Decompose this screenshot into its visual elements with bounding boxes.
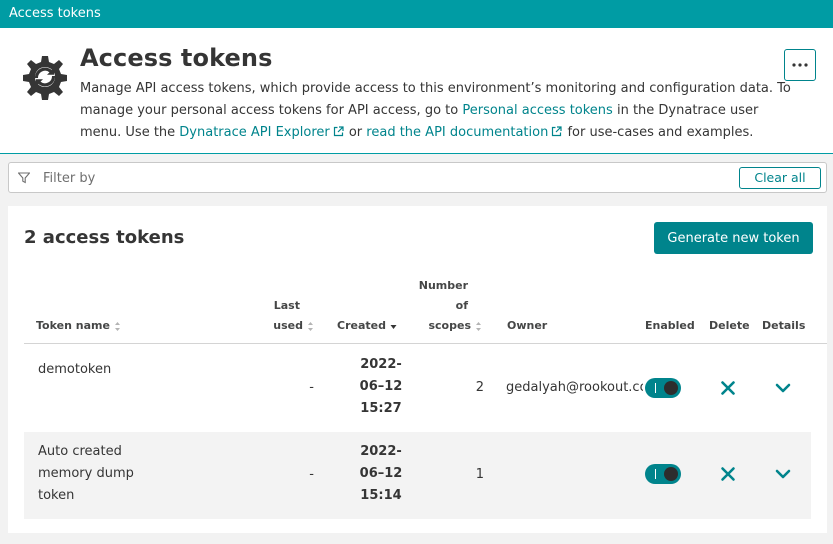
- api-explorer-link-label: Dynatrace API Explorer: [179, 125, 330, 140]
- column-header-label: used: [273, 319, 303, 332]
- sort-icon: [308, 321, 313, 331]
- token-name-line: memory dump: [38, 466, 134, 481]
- filter-bar: Clear all: [8, 162, 827, 193]
- column-header-label: of: [455, 299, 468, 312]
- sort-descending-icon: [390, 324, 397, 329]
- page-title: Access tokens: [80, 44, 273, 72]
- toggle-on-mark: [655, 469, 656, 479]
- toggle-on-mark: [655, 383, 656, 393]
- last-used-value: -: [309, 467, 314, 482]
- personal-access-tokens-link[interactable]: Personal access tokens: [462, 103, 612, 118]
- expand-details-button[interactable]: [774, 379, 792, 397]
- column-header-enabled: Enabled: [645, 319, 695, 332]
- more-options-button[interactable]: [784, 49, 816, 81]
- created-line: 2022-: [360, 444, 402, 459]
- table-row: Auto created memory dump token - 2022- 0…: [24, 432, 811, 519]
- column-header-label: Token name: [36, 319, 110, 332]
- close-icon: [721, 381, 735, 395]
- created-value: 2022- 06–12 15:14: [346, 441, 416, 507]
- created-line: 15:27: [360, 401, 402, 416]
- column-header-delete: Delete: [709, 319, 750, 332]
- table-header-divider: [24, 343, 827, 344]
- column-header-details: Details: [762, 319, 806, 332]
- column-header-created[interactable]: Created: [337, 316, 397, 336]
- tokens-count-title: 2 access tokens: [24, 227, 185, 248]
- toggle-knob: [664, 381, 678, 395]
- delete-token-button[interactable]: [719, 379, 737, 397]
- api-documentation-link-label: read the API documentation: [366, 125, 549, 140]
- page-header: Access tokens Manage API access tokens, …: [0, 28, 833, 154]
- top-bar: Access tokens: [0, 0, 833, 28]
- sort-icon: [476, 321, 481, 331]
- created-line: 06–12: [359, 379, 403, 394]
- more-horizontal-icon: [792, 63, 808, 67]
- token-name-line: token: [38, 488, 75, 503]
- token-name-line: demotoken: [38, 362, 112, 377]
- description-text-3: or: [344, 125, 367, 140]
- scopes-count: 2: [475, 380, 484, 395]
- column-header-label: scopes: [428, 319, 471, 332]
- sort-icon: [114, 321, 120, 331]
- column-header-last-used[interactable]: Last used: [244, 296, 314, 336]
- generate-new-token-button[interactable]: Generate new token: [654, 222, 813, 254]
- expand-details-button[interactable]: [774, 465, 792, 483]
- column-header-label: Created: [337, 319, 386, 332]
- table-row: demotoken - 2022- 06–12 15:27 2 gedalyah…: [24, 345, 811, 432]
- toggle-knob: [664, 467, 678, 481]
- chevron-down-icon: [775, 469, 791, 479]
- created-line: 2022-: [360, 357, 402, 372]
- column-header-label: Last: [273, 299, 300, 312]
- filter-input[interactable]: [41, 167, 721, 189]
- created-line: 06–12: [359, 466, 403, 481]
- column-header-token-name[interactable]: Token name: [36, 316, 121, 336]
- tokens-panel: 2 access tokens Generate new token Token…: [8, 206, 827, 533]
- page-description: Manage API access tokens, which provide …: [80, 78, 800, 144]
- column-header-number-of-scopes[interactable]: Number of scopes: [404, 276, 482, 336]
- top-bar-title: Access tokens: [9, 6, 101, 21]
- created-value: 2022- 06–12 15:27: [346, 354, 416, 420]
- external-link-icon: [552, 126, 562, 137]
- scopes-count: 1: [475, 467, 484, 482]
- filter-icon: [18, 172, 30, 184]
- access-token-gear-icon: [23, 56, 67, 100]
- clear-all-button[interactable]: Clear all: [739, 167, 821, 189]
- description-text-4: for use-cases and examples.: [563, 125, 754, 140]
- token-name-line: Auto created: [38, 444, 122, 459]
- api-documentation-link[interactable]: read the API documentation: [366, 125, 563, 140]
- owner-email: gedalyah@rookout.com: [506, 380, 643, 395]
- created-line: 15:14: [360, 488, 402, 503]
- token-name: demotoken: [38, 359, 111, 381]
- enabled-toggle[interactable]: [645, 378, 681, 398]
- column-header-owner: Owner: [507, 319, 548, 332]
- close-icon: [721, 467, 735, 481]
- chevron-down-icon: [775, 383, 791, 393]
- api-explorer-link[interactable]: Dynatrace API Explorer: [179, 125, 344, 140]
- token-name: Auto created memory dump token: [38, 441, 134, 507]
- delete-token-button[interactable]: [719, 465, 737, 483]
- column-header-label: Number: [418, 279, 468, 292]
- external-link-icon: [333, 126, 344, 137]
- enabled-toggle[interactable]: [645, 464, 681, 484]
- last-used-value: -: [309, 380, 314, 395]
